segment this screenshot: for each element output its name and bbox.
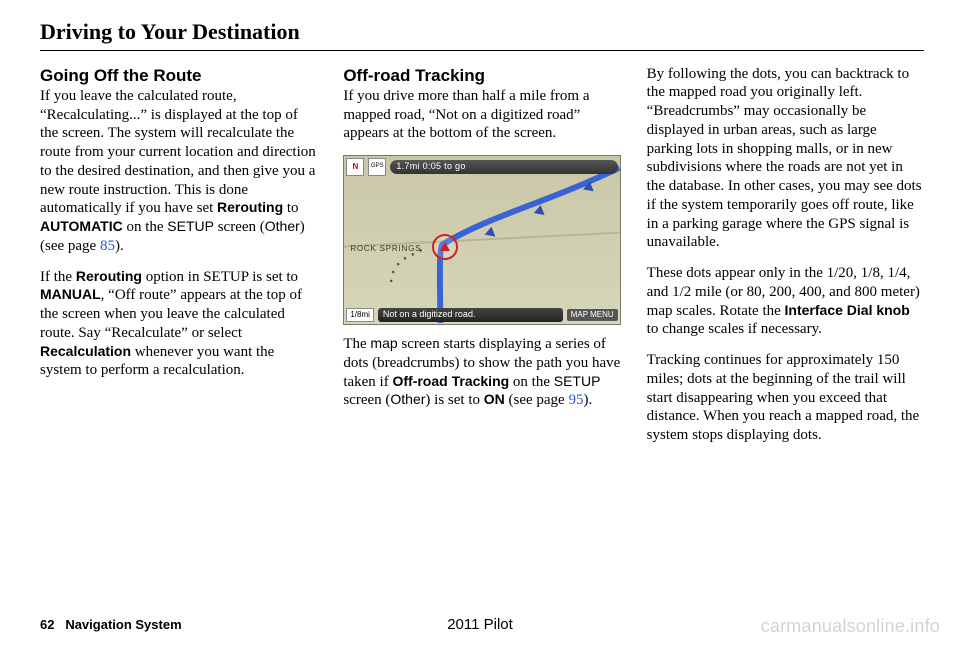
- term-other: Other: [390, 391, 425, 407]
- term-setup: SETUP: [167, 218, 214, 234]
- col1-para2: If the Rerouting option in SETUP is set …: [40, 268, 317, 381]
- page-link-85[interactable]: 85: [100, 238, 115, 254]
- col2-para2: The map screen starts displaying a serie…: [343, 335, 620, 410]
- term-map: map: [370, 335, 397, 351]
- text: to: [283, 200, 298, 216]
- page-link-95[interactable]: 95: [568, 392, 583, 408]
- column-1: Going Off the Route If you leave the cal…: [40, 65, 317, 445]
- term-interface-dial-knob: Interface Dial knob: [785, 302, 910, 318]
- term-recalculation: Recalculation: [40, 343, 131, 359]
- north-indicator-icon: N: [346, 158, 364, 176]
- column-2: Off-road Tracking If you drive more than…: [343, 65, 620, 445]
- section-name: Navigation System: [65, 617, 181, 632]
- text: option in SETUP is set to: [142, 269, 298, 285]
- text: screen (: [343, 392, 390, 408]
- col3-para3: Tracking continues for approximately 150…: [647, 351, 924, 445]
- text: on the: [509, 374, 554, 390]
- content-columns: Going Off the Route If you leave the cal…: [40, 65, 924, 445]
- model-year-footer: 2011 Pilot: [447, 616, 513, 635]
- text: If the: [40, 269, 76, 285]
- subhead-going-off-route: Going Off the Route: [40, 65, 317, 86]
- text: screen (: [214, 219, 265, 235]
- term-other: Other: [265, 218, 300, 234]
- road-label: ROCK SPRINGS: [350, 244, 421, 254]
- term-automatic: AUTOMATIC: [40, 218, 123, 234]
- term-setup: SETUP: [554, 373, 601, 389]
- term-manual: MANUAL: [40, 286, 101, 302]
- col2-para1: If you drive more than half a mile from …: [343, 87, 620, 143]
- screenshot-topbar: N GPS 1.7mi 0:05 to go: [344, 156, 619, 178]
- text: If you leave the calculated route, “Reca…: [40, 88, 316, 217]
- col3-para1: By following the dots, you can backtrack…: [647, 65, 924, 253]
- page-title: Driving to Your Destination: [40, 18, 924, 46]
- screenshot-bottombar: 1/8mi Not on a digitized road. MAP MENU: [344, 306, 619, 324]
- col1-para1: If you leave the calculated route, “Reca…: [40, 87, 317, 256]
- text: to change scales if necessary.: [647, 321, 822, 337]
- term-rerouting: Rerouting: [76, 268, 142, 284]
- title-rule: [40, 50, 924, 51]
- status-message: Not on a digitized road.: [378, 308, 563, 321]
- term-offroad-tracking: Off-road Tracking: [392, 373, 509, 389]
- text: ).: [583, 392, 592, 408]
- text: ) is set to: [425, 392, 483, 408]
- gps-indicator-icon: GPS: [368, 158, 386, 176]
- route-line-icon: [344, 156, 619, 323]
- term-on: ON: [484, 391, 505, 407]
- term-rerouting: Rerouting: [217, 199, 283, 215]
- watermark: carmanualsonline.info: [761, 615, 940, 638]
- text: The: [343, 336, 370, 352]
- nav-screenshot: N GPS 1.7mi 0:05 to go ROCK SPRINGS 1/8m…: [343, 155, 620, 325]
- map-scale-badge: 1/8mi: [346, 308, 374, 322]
- text: on the: [123, 219, 168, 235]
- subhead-offroad-tracking: Off-road Tracking: [343, 65, 620, 86]
- column-3: By following the dots, you can backtrack…: [647, 65, 924, 445]
- col3-para2: These dots appear only in the 1/20, 1/8,…: [647, 264, 924, 339]
- distance-time-strip: 1.7mi 0:05 to go: [390, 160, 617, 174]
- text: ).: [115, 238, 124, 254]
- page-footer: 62 Navigation System: [40, 617, 182, 633]
- text: (see page: [505, 392, 569, 408]
- map-menu-button: MAP MENU: [567, 309, 618, 321]
- page-number: 62: [40, 617, 54, 632]
